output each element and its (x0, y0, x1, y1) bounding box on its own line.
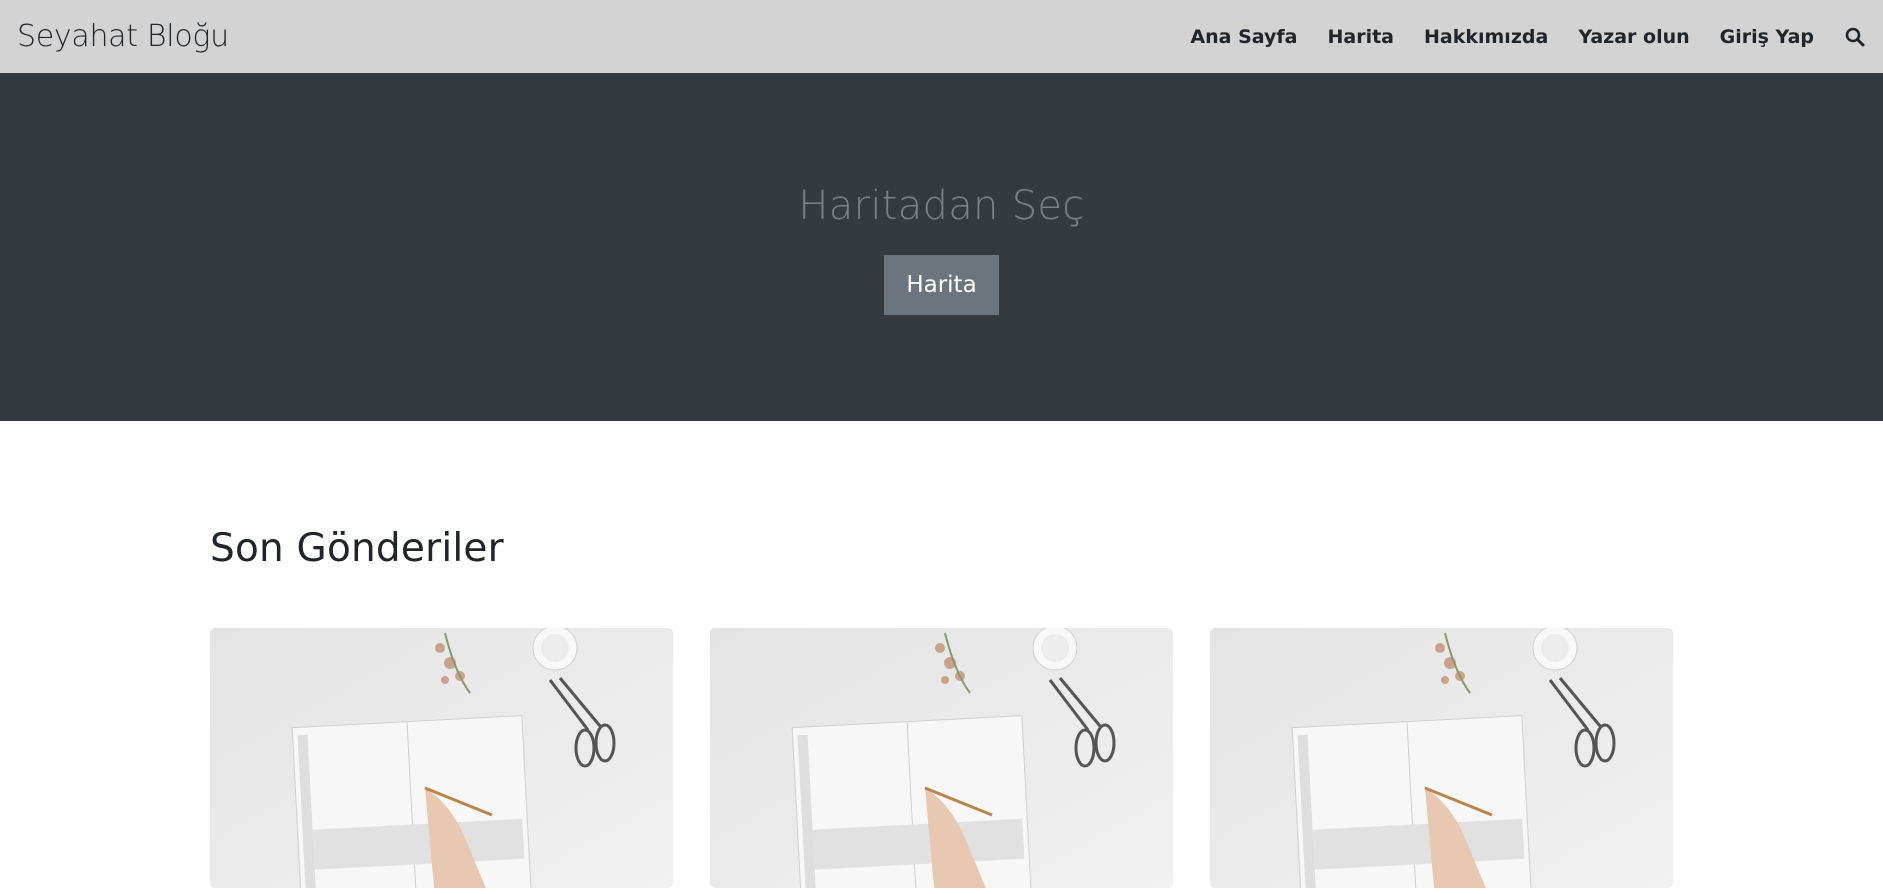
navbar: Seyahat Bloğu Ana Sayfa Harita Hakkımızd… (0, 0, 1883, 73)
post-card-image[interactable] (710, 628, 1173, 888)
section-title: Son Gönderiler (210, 526, 504, 571)
search-icon[interactable] (1844, 26, 1866, 48)
brand-logo[interactable]: Seyahat Bloğu (17, 19, 229, 54)
map-button[interactable]: Harita (884, 255, 999, 315)
planner-photo (210, 628, 673, 888)
main-content: Son Gönderiler (210, 526, 1673, 888)
hero-title: Haritadan Seç (798, 183, 1085, 229)
nav-link-yazar-olun[interactable]: Yazar olun (1578, 26, 1689, 48)
nav-link-harita[interactable]: Harita (1327, 26, 1394, 48)
hero-banner: Haritadan Seç Harita (0, 73, 1883, 421)
planner-photo (710, 628, 1173, 888)
planner-photo (1210, 628, 1673, 888)
post-cards (210, 628, 1673, 888)
nav-link-giris-yap[interactable]: Giriş Yap (1720, 26, 1814, 48)
post-card-image[interactable] (1210, 628, 1673, 888)
nav-link-ana-sayfa[interactable]: Ana Sayfa (1190, 26, 1297, 48)
nav-links: Ana Sayfa Harita Hakkımızda Yazar olun G… (1160, 26, 1866, 48)
post-card-image[interactable] (210, 628, 673, 888)
nav-link-hakkimizda[interactable]: Hakkımızda (1424, 26, 1548, 48)
